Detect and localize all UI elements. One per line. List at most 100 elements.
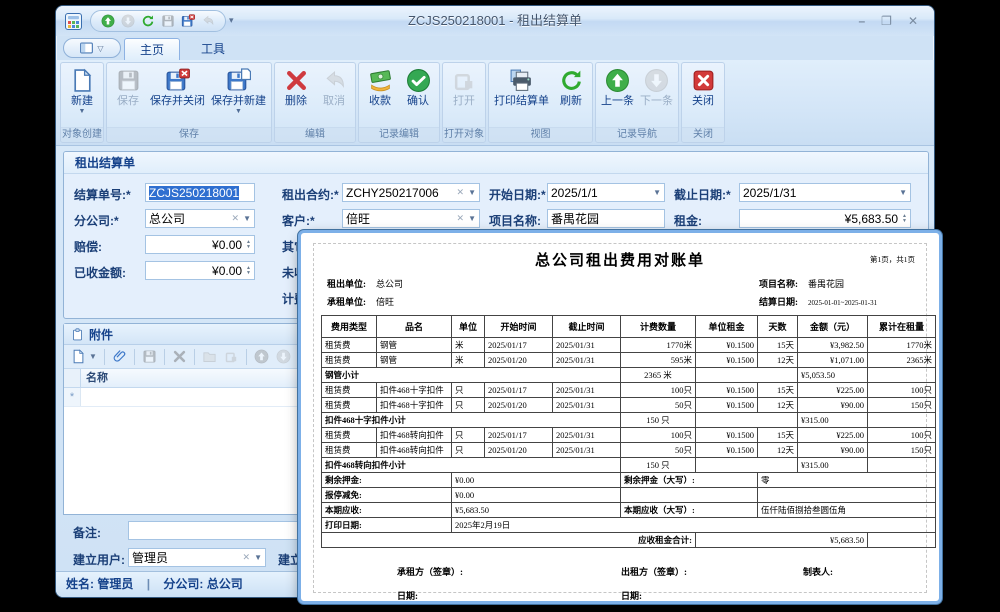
clear-icon[interactable]: ✕ [243,552,251,563]
settlement-no-field[interactable]: ZCJS250218001 [145,183,255,202]
ribbon-collapse-icon[interactable]: « [692,361,1000,367]
window-controls: –❐ ✕ [858,13,918,29]
fee-cell: 12天 [758,398,798,413]
down-circle-icon [644,68,669,93]
attach-open-folder-button [202,349,217,364]
previous-record-button[interactable]: 上一条 [598,66,637,108]
spinner-arrows-icon[interactable]: ▲▼ [246,266,251,276]
fee-cell: 只 [452,383,485,398]
clear-icon[interactable]: ✕ [232,213,240,224]
print-settlement-button[interactable]: 打印结算单 [491,66,552,108]
rent-field[interactable]: ¥5,683.50▲▼ [739,209,911,228]
branch-field[interactable]: 总公司✕▼ [145,209,255,228]
chevron-down-icon: ▼ [79,108,86,115]
fee-cell: ¥90.00 [798,443,868,458]
compensation-field[interactable]: ¥0.00▲▼ [145,235,255,254]
spinner-arrows-icon[interactable]: ▲▼ [902,214,907,224]
fee-row-subtotal: 钢管小计2365 米¥5,053.50 [322,368,936,383]
delete-button[interactable]: 删除 [277,66,315,108]
fee-cell: 钢管 [377,338,452,353]
fee-cell: ¥5,683.50 [452,503,621,518]
fee-cell: 米 [452,338,485,353]
save-new-button[interactable]: 保存并新建▼ [208,66,269,115]
attach-file-button[interactable] [112,349,127,364]
chevron-down-icon[interactable]: ▼ [899,188,907,197]
cancel-button: 取消 [315,66,353,108]
fee-cell: ¥3,982.50 [798,338,868,353]
close-window-button[interactable]: ✕ [908,13,918,29]
spinner-arrows-icon[interactable]: ▲▼ [246,240,251,250]
preparer-label: 制表人: [803,565,833,578]
fee-column-header: 品名 [377,316,452,338]
fee-cell [868,368,936,383]
project-name-field[interactable]: 番禺花园 [547,209,665,228]
fee-cell: 2025/01/31 [553,398,621,413]
fee-cell: 2025/01/31 [553,443,621,458]
titlebar: ▾ ZCJS250218001 - 租出结算单 –❐✕ [56,6,934,36]
chevron-down-icon[interactable]: ▼ [89,352,97,361]
chevron-down-icon[interactable]: ▼ [254,553,262,562]
fee-cell [758,488,936,503]
refresh-button[interactable]: 刷新 [552,66,590,108]
ribbon: 新建▼对象创建保存保存并关闭保存并新建▼保存删除取消编辑收款确认记录编辑打开打开… [56,60,934,146]
fee-cell: 2025/01/31 [553,338,621,353]
fee-cell: 扣件468十字扣件小计 [322,413,621,428]
fee-cell: ¥5,053.50 [798,368,868,383]
end-date-field[interactable]: 2025/1/31▼ [739,183,911,202]
received-amount-field[interactable]: ¥0.00▲▼ [145,261,255,280]
fee-cell: ¥315.00 [798,458,868,473]
chevron-down-icon[interactable]: ▼ [243,214,251,223]
ribbon-group-0: 新建▼对象创建 [60,62,104,143]
date2-label: 日期: [621,589,642,602]
fee-cell: ¥0.00 [452,488,621,503]
fee-cell: ¥225.00 [798,383,868,398]
fee-cell: 1770米 [621,338,696,353]
status-user: 姓名: 管理员 [66,577,133,591]
fee-column-header: 累计在租量 [868,316,936,338]
created-by-combo[interactable]: 管理员 ✕▼ [128,548,266,567]
fee-column-header: 开始时间 [485,316,553,338]
print-settlement-button-label: 打印结算单 [494,95,549,108]
up-circle-icon [605,68,630,93]
start-date-field[interactable]: 2025/1/1▼ [547,183,665,202]
fee-cell: 只 [452,443,485,458]
fee-cell: 剩余押金: [322,473,452,488]
fee-cell: ¥90.00 [798,398,868,413]
fee-cell: 150 只 [621,413,696,428]
app-menu-button[interactable]: ▽ [63,38,121,58]
fee-cell: 只 [452,428,485,443]
clipboard-icon [71,328,84,341]
clear-icon[interactable]: ✕ [457,213,465,224]
restore-button[interactable]: ❐ [881,13,892,29]
tab-home[interactable]: 主页 [124,38,180,60]
collect-payment-button[interactable]: 收款 [361,66,399,108]
fee-cell: 租赁费 [322,353,377,368]
customer-field[interactable]: 倍旺✕▼ [342,209,480,228]
fee-cell: 打印日期: [322,518,452,533]
fee-cell: 米 [452,353,485,368]
clear-icon[interactable]: ✕ [457,187,465,198]
ribbon-group-2: 删除取消编辑 [274,62,356,143]
fee-row-subtotal: 扣件468转向扣件小计150 只¥315.00 [322,458,936,473]
received-amount-field-label: 已收金额: [74,264,126,281]
report-title: 总公司租出费用对账单 [301,249,939,270]
period-label: 结算日期: [759,297,798,307]
chevron-down-icon[interactable]: ▼ [468,188,476,197]
rent-field-label: 租金: [674,212,702,229]
remarks-label: 备注: [73,524,101,541]
rental-contract-field[interactable]: ZCHY250217006✕▼ [342,183,480,202]
tab-tools[interactable]: 工具 [186,38,240,60]
chevron-down-icon[interactable]: ▼ [653,188,661,197]
fee-cell: 只 [452,398,485,413]
attach-new-button[interactable] [71,349,86,364]
fee-cell: 租赁费 [322,443,377,458]
new-button[interactable]: 新建▼ [63,66,101,115]
fee-table: 费用类型品名单位开始时间截止时间计费数量单位租金天数金额（元）累计在租量租赁费钢… [321,315,936,548]
previous-record-button-label: 上一条 [601,95,634,108]
delete-icon [284,68,309,93]
save-close-button[interactable]: 保存并关闭 [147,66,208,108]
minimize-button[interactable]: – [858,13,865,29]
close-button[interactable]: 关闭 [684,66,722,108]
chevron-down-icon[interactable]: ▼ [468,214,476,223]
confirm-button[interactable]: 确认 [399,66,437,108]
